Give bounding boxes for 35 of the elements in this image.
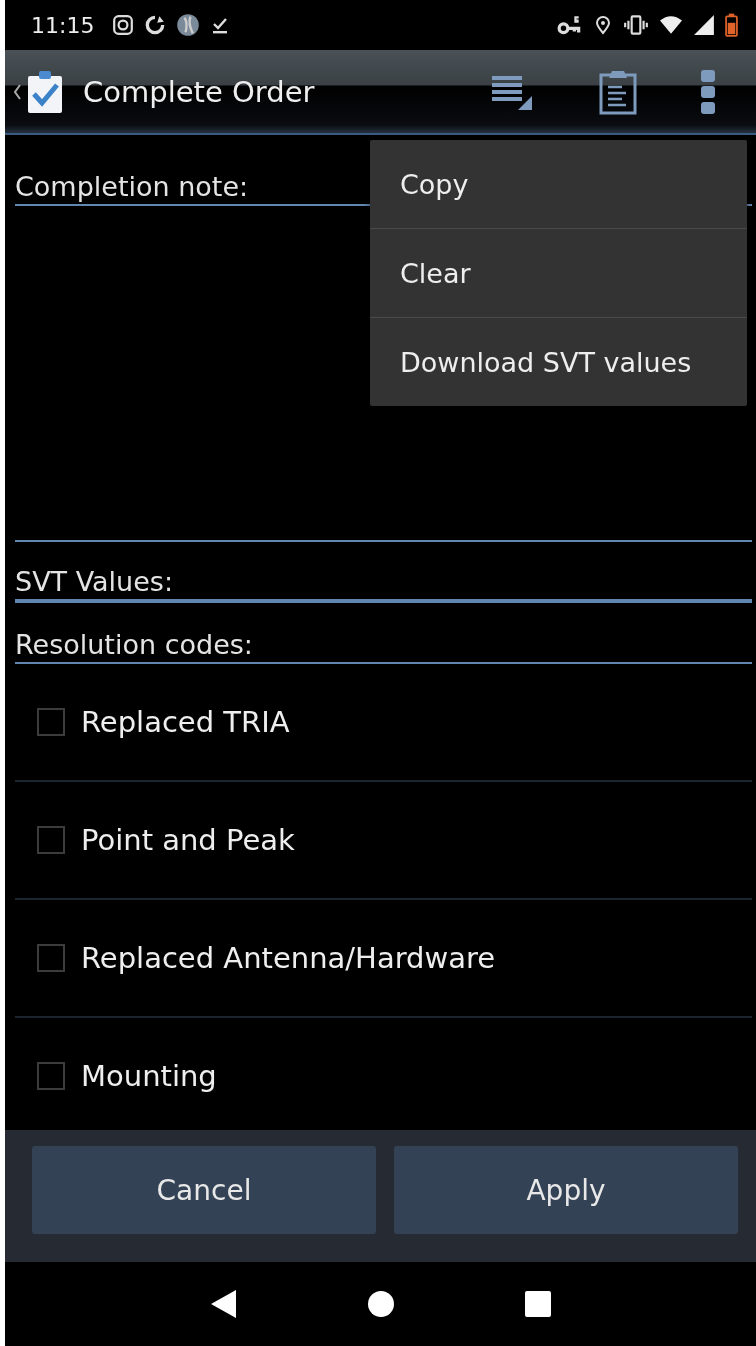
checkbox[interactable] [37, 1062, 65, 1090]
clipboard-check-icon [27, 69, 63, 114]
overflow-menu-icon[interactable] [700, 68, 716, 115]
vibrate-icon [623, 14, 649, 36]
checkbox-label: Replaced Antenna/Hardware [81, 941, 496, 975]
menu-item[interactable]: Clear [370, 229, 747, 318]
screen-title: Complete Order [83, 74, 315, 109]
signal-icon [693, 14, 715, 36]
cancel-button[interactable]: Cancel [32, 1146, 376, 1234]
checkbox-row[interactable]: Replaced TRIA [15, 664, 752, 782]
status-time: 11:15 [31, 12, 95, 38]
clipboard-icon[interactable] [598, 68, 638, 115]
key-icon [557, 14, 583, 36]
apply-button[interactable]: Apply [394, 1146, 738, 1234]
checkbox[interactable] [37, 826, 65, 854]
field-label: SVT Values: [15, 542, 752, 603]
battery-icon [725, 13, 738, 37]
checkbox[interactable] [37, 944, 65, 972]
checkbox-label: Replaced TRIA [81, 705, 290, 739]
back-icon[interactable] [209, 1289, 238, 1319]
wifi-icon [659, 14, 683, 36]
checkbox-row[interactable]: Point and Peak [15, 782, 752, 900]
menu-item[interactable]: Copy [370, 140, 747, 229]
checkbox-row[interactable]: Replaced Antenna/Hardware [15, 900, 752, 1018]
checkbox-label: Mounting [81, 1059, 217, 1093]
sync-icon [144, 14, 167, 36]
menu-item[interactable]: Download SVT values [370, 318, 747, 406]
checkbox-label: Point and Peak [81, 823, 295, 857]
back-caret-icon[interactable] [13, 83, 21, 100]
camera-icon [112, 14, 135, 36]
home-icon[interactable] [366, 1290, 395, 1318]
recents-icon[interactable] [523, 1290, 552, 1318]
section-label: Resolution codes: [15, 603, 752, 664]
checkbox[interactable] [37, 708, 65, 736]
location-icon [593, 14, 613, 36]
